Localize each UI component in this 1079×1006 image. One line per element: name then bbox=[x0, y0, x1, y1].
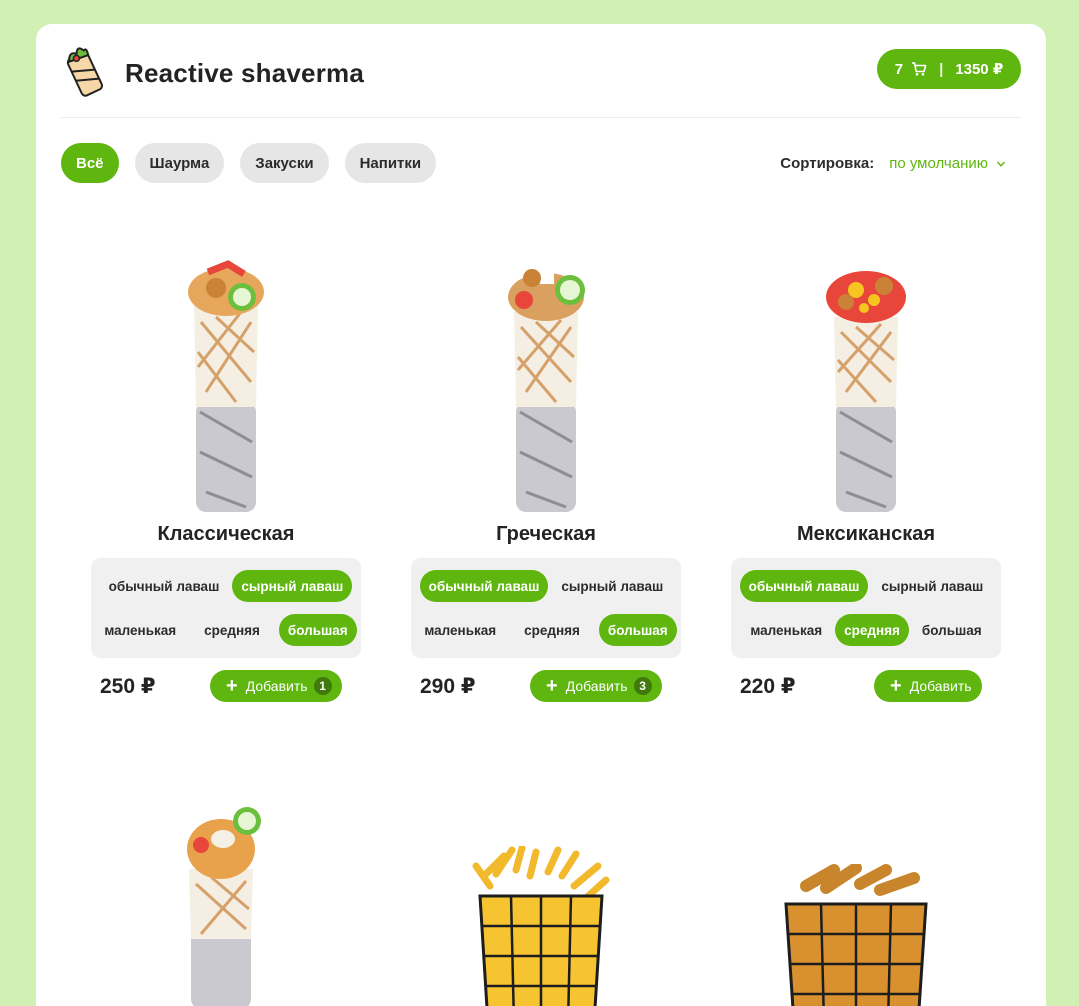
size-option-medium[interactable]: средняя bbox=[515, 614, 589, 646]
cart-total: 1350 ₽ bbox=[955, 61, 1004, 78]
size-option-large[interactable]: большая bbox=[278, 614, 357, 646]
add-label: Добавить bbox=[909, 678, 972, 694]
product-card: Классическая обычный лаваш сырный лаваш … bbox=[91, 242, 361, 722]
cart-icon bbox=[912, 62, 927, 76]
product-name: Мексиканская bbox=[796, 523, 936, 545]
cart-separator: | bbox=[939, 60, 944, 78]
sort-label: Сортировка: bbox=[780, 155, 875, 172]
add-to-cart-button[interactable]: + Добавить 3 bbox=[530, 670, 662, 702]
main-card: Reactive shaverma 7 | 1350 ₽ Всё Шаурма … bbox=[36, 24, 1046, 1006]
dough-option-regular[interactable]: обычный лаваш bbox=[739, 570, 869, 602]
size-option-small[interactable]: маленькая bbox=[95, 614, 185, 646]
category-all[interactable]: Всё bbox=[61, 143, 119, 183]
product-image bbox=[187, 807, 261, 1006]
add-to-cart-button[interactable]: + Добавить bbox=[874, 670, 982, 702]
category-shaurma[interactable]: Шаурма bbox=[134, 143, 225, 183]
brand-title: Reactive shaverma bbox=[125, 58, 364, 88]
category-drinks[interactable]: Напитки bbox=[344, 143, 437, 183]
size-option-medium[interactable]: средняя bbox=[835, 614, 909, 646]
dough-option-regular[interactable]: обычный лаваш bbox=[100, 570, 229, 602]
plus-icon: + bbox=[890, 675, 902, 697]
chevron-down-icon bbox=[996, 161, 1006, 167]
product-image bbox=[826, 271, 906, 512]
product-price: 220 ₽ bbox=[740, 675, 796, 698]
cart-button[interactable]: 7 | 1350 ₽ bbox=[877, 49, 1021, 89]
product-name: Классическая bbox=[157, 523, 295, 545]
shaverma-logo-icon[interactable] bbox=[61, 44, 109, 98]
product-options: обычный лаваш сырный лаваш маленькая сре… bbox=[91, 558, 361, 658]
product-card: Греческая обычный лаваш сырный лаваш мал… bbox=[411, 242, 681, 722]
product-image bbox=[188, 260, 264, 512]
sort-value[interactable]: по умолчанию bbox=[889, 155, 988, 172]
product-options: обычный лаваш сырный лаваш маленькая сре… bbox=[731, 558, 1001, 658]
dough-option-cheese[interactable]: сырный лаваш bbox=[552, 570, 672, 602]
add-label: Добавить bbox=[245, 678, 308, 694]
dough-option-regular[interactable]: обычный лаваш bbox=[419, 570, 549, 602]
sort-control[interactable]: Сортировка: по умолчанию bbox=[780, 155, 1006, 172]
category-snacks[interactable]: Закуски bbox=[240, 143, 329, 183]
product-image bbox=[784, 864, 928, 1006]
size-option-small[interactable]: маленькая bbox=[415, 614, 505, 646]
dough-option-cheese[interactable]: сырный лаваш bbox=[872, 570, 992, 602]
cart-count: 7 bbox=[894, 60, 904, 78]
product-price: 250 ₽ bbox=[100, 675, 156, 698]
add-label: Добавить bbox=[565, 678, 628, 694]
plus-icon: + bbox=[546, 675, 558, 697]
product-image bbox=[508, 269, 585, 512]
product-options: обычный лаваш сырный лаваш маленькая сре… bbox=[411, 558, 681, 658]
product-price: 290 ₽ bbox=[420, 675, 476, 698]
size-option-large[interactable]: большая bbox=[913, 614, 991, 646]
dough-option-cheese[interactable]: сырный лаваш bbox=[232, 570, 353, 602]
category-tabs: Всё Шаурма Закуски Напитки bbox=[61, 143, 437, 183]
add-to-cart-button[interactable]: + Добавить 1 bbox=[210, 670, 342, 702]
size-option-large[interactable]: большая bbox=[598, 614, 677, 646]
size-option-small[interactable]: маленькая bbox=[741, 614, 831, 646]
product-card: Мексиканская обычный лаваш сырный лаваш … bbox=[731, 242, 1001, 722]
size-option-medium[interactable]: средняя bbox=[195, 614, 269, 646]
header: Reactive shaverma 7 | 1350 ₽ bbox=[61, 42, 1021, 118]
product-name: Греческая bbox=[496, 523, 596, 545]
add-count-badge: 1 bbox=[313, 677, 332, 695]
add-count-badge: 3 bbox=[633, 677, 652, 695]
plus-icon: + bbox=[226, 675, 238, 697]
product-image bbox=[472, 846, 610, 1006]
